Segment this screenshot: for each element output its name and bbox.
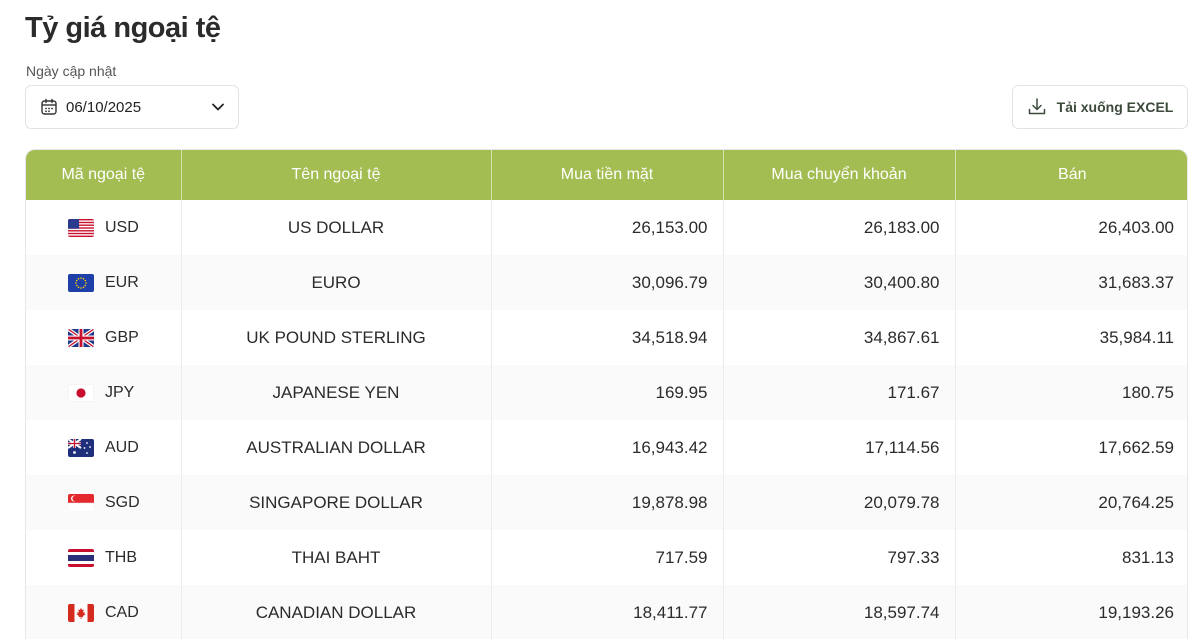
th-flag-icon: [68, 548, 94, 567]
transfer-buy-rate: 20,079.78: [723, 475, 956, 530]
chevron-down-icon: [212, 103, 224, 111]
currency-name: US DOLLAR: [181, 200, 492, 255]
currency-name: SINGAPORE DOLLAR: [181, 475, 492, 530]
header-currency-code: Mã ngoại tệ: [26, 150, 182, 200]
currency-name: EURO: [181, 255, 492, 310]
table-row: GBP UK POUND STERLING 34,518.94 34,867.6…: [26, 310, 1187, 365]
currency-name: CANADIAN DOLLAR: [181, 585, 492, 639]
header-cash-buy: Mua tiền mặt: [491, 150, 724, 200]
currency-name: UK POUND STERLING: [181, 310, 492, 365]
date-value: 06/10/2025: [66, 98, 142, 116]
jp-flag-icon: [68, 383, 94, 402]
header-currency-name: Tên ngoại tệ: [181, 150, 492, 200]
transfer-buy-rate: 26,183.00: [723, 200, 956, 255]
sell-rate: 17,662.59: [955, 420, 1187, 475]
date-picker[interactable]: 06/10/2025: [25, 85, 239, 129]
sell-rate: 831.13: [955, 530, 1187, 585]
cash-buy-rate: 34,518.94: [491, 310, 724, 365]
download-excel-label: Tải xuống EXCEL: [1056, 99, 1174, 115]
transfer-buy-rate: 171.67: [723, 365, 956, 420]
eu-flag-icon: [68, 273, 94, 292]
currency-code: THB: [105, 548, 137, 566]
table-row: CAD CANADIAN DOLLAR 18,411.77 18,597.74 …: [26, 585, 1187, 639]
currency-code: CAD: [105, 603, 139, 621]
currency-name: JAPANESE YEN: [181, 365, 492, 420]
uk-flag-icon: [68, 328, 94, 347]
table-row: JPY JAPANESE YEN 169.95 171.67 180.75: [26, 365, 1187, 420]
sell-rate: 35,984.11: [955, 310, 1187, 365]
transfer-buy-rate: 797.33: [723, 530, 956, 585]
cash-buy-rate: 169.95: [491, 365, 724, 420]
ca-flag-icon: [68, 603, 94, 622]
table-row: SGD SINGAPORE DOLLAR 19,878.98 20,079.78…: [26, 475, 1187, 530]
cash-buy-rate: 717.59: [491, 530, 724, 585]
sell-rate: 19,193.26: [955, 585, 1187, 639]
table-row: EUR EURO 30,096.79 30,400.80 31,683.37: [26, 255, 1187, 310]
table-header-row: Mã ngoại tệ Tên ngoại tệ Mua tiền mặt Mu…: [26, 150, 1187, 200]
table-row: THB THAI BAHT 717.59 797.33 831.13: [26, 530, 1187, 585]
us-flag-icon: [68, 218, 94, 237]
transfer-buy-rate: 17,114.56: [723, 420, 956, 475]
cash-buy-rate: 18,411.77: [491, 585, 724, 639]
au-flag-icon: [68, 438, 94, 457]
cash-buy-rate: 26,153.00: [491, 200, 724, 255]
sg-flag-icon: [68, 493, 94, 512]
sell-rate: 180.75: [955, 365, 1187, 420]
currency-code: SGD: [105, 493, 140, 511]
transfer-buy-rate: 34,867.61: [723, 310, 956, 365]
cash-buy-rate: 16,943.42: [491, 420, 724, 475]
calendar-icon: [41, 98, 57, 115]
currency-code: USD: [105, 218, 139, 236]
page-title: Tỷ giá ngoại tệ: [25, 12, 221, 44]
currency-code: AUD: [105, 438, 139, 456]
download-excel-button[interactable]: Tải xuống EXCEL: [1012, 85, 1188, 129]
cash-buy-rate: 30,096.79: [491, 255, 724, 310]
exchange-rate-table: Mã ngoại tệ Tên ngoại tệ Mua tiền mặt Mu…: [25, 149, 1188, 639]
transfer-buy-rate: 30,400.80: [723, 255, 956, 310]
table-row: AUD AUSTRALIAN DOLLAR 16,943.42 17,114.5…: [26, 420, 1187, 475]
header-sell: Bán: [955, 150, 1187, 200]
currency-code: JPY: [105, 383, 135, 401]
currency-code: GBP: [105, 328, 139, 346]
currency-code: EUR: [105, 273, 139, 291]
sell-rate: 26,403.00: [955, 200, 1187, 255]
header-transfer-buy: Mua chuyển khoản: [723, 150, 956, 200]
currency-name: AUSTRALIAN DOLLAR: [181, 420, 492, 475]
date-label: Ngày cập nhật: [26, 63, 117, 79]
sell-rate: 31,683.37: [955, 255, 1187, 310]
cash-buy-rate: 19,878.98: [491, 475, 724, 530]
currency-name: THAI BAHT: [181, 530, 492, 585]
sell-rate: 20,764.25: [955, 475, 1187, 530]
table-row: USD US DOLLAR 26,153.00 26,183.00 26,403…: [26, 200, 1187, 255]
download-icon: [1028, 98, 1045, 115]
transfer-buy-rate: 18,597.74: [723, 585, 956, 639]
